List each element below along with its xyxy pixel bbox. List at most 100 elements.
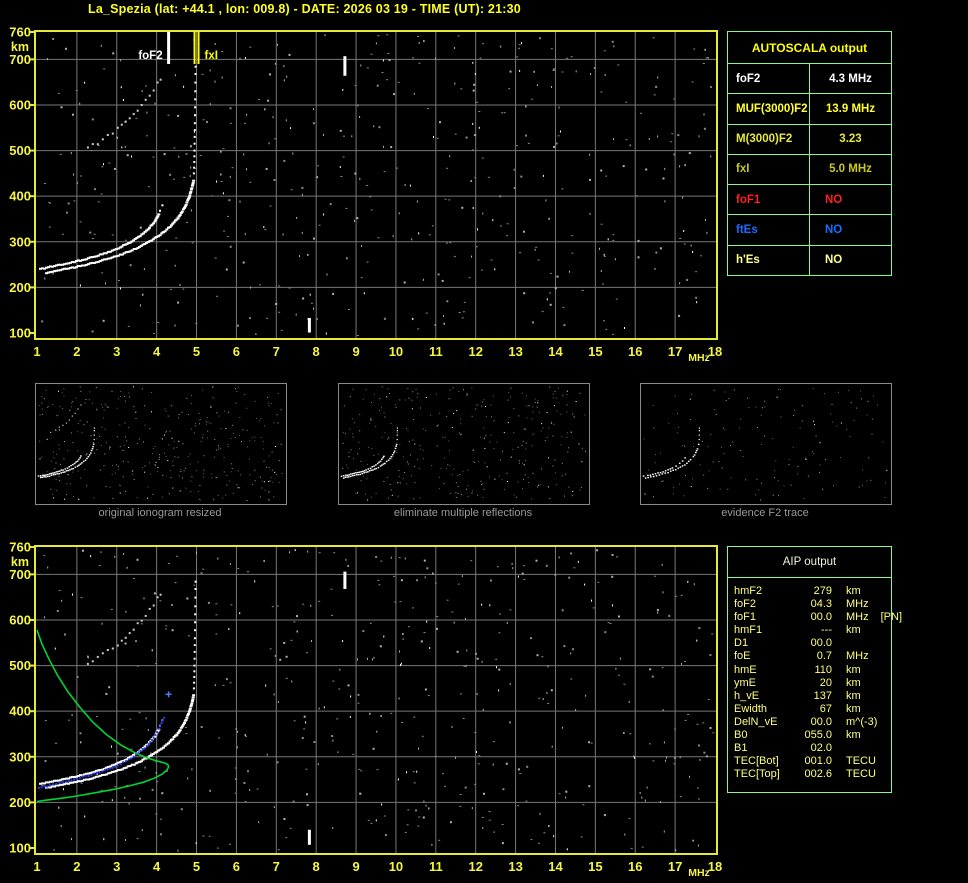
- parameter-value: NO: [809, 214, 892, 246]
- parameter-label: D1: [734, 637, 749, 650]
- y-tick-label: 400: [9, 189, 31, 204]
- x-tick-label: 4: [153, 859, 161, 874]
- x-tick-label: 2: [73, 344, 80, 359]
- parameter-value: 055.0: [804, 729, 832, 742]
- y-tick-label: 300: [9, 749, 31, 764]
- x-tick-label: 17: [668, 859, 682, 874]
- plot-frame: [34, 545, 718, 855]
- parameter-label: hmE: [734, 663, 757, 676]
- parameter-unit: km: [846, 729, 861, 742]
- x-tick-label: 10: [389, 859, 403, 874]
- aip-output-panel: AIP output hmF2 279 km foF2 04.3 MHz foF1 00.0 M…: [727, 546, 902, 793]
- y-tick-label: 300: [9, 234, 31, 249]
- foF2-marker-label: foF2: [138, 50, 162, 62]
- parameter-label: B0: [734, 729, 748, 742]
- x-tick-label: 3: [113, 344, 120, 359]
- x-tick-label: 15: [588, 859, 602, 874]
- x-tick-label: 15: [588, 344, 602, 359]
- aip-table-row: TEC[Bot] 001.0 TECU: [734, 755, 891, 768]
- aip-table-row: hmF1 --- km: [734, 624, 891, 637]
- parameter-unit: [832, 637, 891, 650]
- x-tick-label: 14: [548, 859, 563, 874]
- parameter-value: NO: [809, 184, 892, 216]
- thumbnail-evidence-f2-trace: [640, 383, 892, 505]
- aip-table-row: foF2 04.3 MHz: [734, 598, 891, 611]
- thumbnail-eliminate-multiple-reflections: [338, 383, 590, 505]
- thumbnail-caption: original ionogram resized: [98, 507, 222, 519]
- y-tick-label: 760: [9, 540, 31, 555]
- parameter-label: ymE: [734, 676, 756, 689]
- parameter-label: fxI: [727, 153, 810, 186]
- parameter-label: hmF2: [734, 585, 763, 597]
- aip-table-row: B1 02.0: [734, 742, 891, 755]
- ionogram-content: foF2 fxI760700600500400300200100km1 2 3 4 5 6 7…: [9, 25, 722, 365]
- x-tick-label: 1: [33, 859, 40, 874]
- parameter-label: MUF(3000)F2: [727, 93, 810, 125]
- x-tick-label: 12: [468, 859, 482, 874]
- y-tick-label: 200: [9, 280, 31, 295]
- x-tick-label: 5: [193, 344, 200, 359]
- autoscala-table-row: fxI 5.0 MHz: [727, 153, 892, 186]
- plot-frame: [34, 30, 718, 340]
- x-tick-label: 17: [668, 344, 682, 359]
- x-tick-label: 6: [233, 344, 240, 359]
- parameter-value: 5.0 MHz: [809, 153, 892, 186]
- y-axis-unit-label: km: [11, 555, 29, 569]
- x-tick-label: 8: [313, 859, 320, 874]
- ionogram-profile-content: 760700600500400300200100km1 2 3 4 5 6 7 8 9 10 11 1…: [9, 540, 722, 880]
- x-tick-label: 14: [548, 344, 563, 359]
- parameter-unit: MHz: [846, 650, 869, 663]
- parameter-label: TEC[Top]: [734, 768, 780, 781]
- x-tick-label: 2: [73, 859, 80, 874]
- aip-table-row: foF1 00.0 MHz [PN]: [734, 611, 902, 624]
- parameter-unit: km: [846, 676, 861, 689]
- parameter-unit: TECU: [846, 755, 876, 768]
- x-tick-label: 1: [33, 344, 40, 359]
- parameter-value: NO: [809, 244, 892, 277]
- aip-table-row: Ewidth 67 km: [734, 703, 891, 716]
- parameter-unit: km: [846, 624, 861, 637]
- autoscala-table-row: foF2 4.3 MHz: [727, 62, 892, 95]
- x-tick-label: 6: [233, 859, 240, 874]
- parameter-label: TEC[Bot]: [734, 755, 779, 768]
- parameter-value: 00.0: [810, 637, 832, 650]
- parameter-value: 67: [819, 702, 832, 715]
- parameter-value: 20: [819, 676, 832, 689]
- y-tick-label: 100: [9, 326, 31, 341]
- autoscala-table-row: M(3000)F2 3.23: [727, 123, 892, 155]
- aip-table-row: h_vE 137 km: [734, 690, 891, 703]
- aip-rows: hmF2 279 km foF2 04.3 MHz foF1 00.0 MHz [PN] hmF1-…: [728, 578, 902, 781]
- parameter-value: 001.0: [804, 755, 832, 768]
- parameter-value: 02.0: [810, 742, 832, 755]
- autoscala-table-row: ftEs NO: [727, 214, 892, 246]
- top-ionogram-plot: foF2 fxI760700600500400300200100km1 2 3 4 5 6 7…: [9, 25, 722, 365]
- parameter-label: h_vE: [734, 689, 760, 702]
- parameter-value: 279: [813, 585, 832, 597]
- aip-panel-title: AIP output: [728, 547, 891, 578]
- y-tick-label: 700: [9, 567, 31, 582]
- autoscala-table-row: h'Es NO: [727, 244, 892, 277]
- aip-table-row: ymE 20 km: [734, 677, 891, 690]
- parameter-value: 002.6: [804, 768, 832, 781]
- x-tick-label: 18: [708, 344, 722, 359]
- parameter-flag: [PN]: [880, 611, 903, 624]
- aip-table-row: B0 055.0 km: [734, 729, 891, 742]
- station-title: La_Spezia (lat: +44.1 , lon: 009.8) - DA…: [88, 2, 521, 16]
- parameter-unit: TECU: [846, 768, 876, 781]
- autoscala-app-window: La_Spezia (lat: +44.1 , lon: 009.8) - DA…: [0, 0, 968, 883]
- parameter-unit: km: [846, 585, 861, 597]
- autoscala-table-row: MUF(3000)F2 13.9 MHz: [727, 93, 892, 125]
- parameter-unit: km: [846, 689, 861, 702]
- x-tick-label: 10: [389, 344, 403, 359]
- x-tick-label: 11: [429, 859, 443, 874]
- parameter-label: h'Es: [727, 244, 810, 277]
- x-axis-unit-label: MHz: [688, 867, 710, 879]
- y-tick-label: 600: [9, 97, 31, 112]
- x-tick-label: 9: [352, 859, 359, 874]
- parameter-label: DelN_vE: [734, 715, 778, 728]
- x-tick-label: 18: [708, 859, 722, 874]
- y-tick-label: 400: [9, 704, 31, 719]
- parameter-value: 137: [813, 689, 832, 702]
- x-tick-label: 16: [628, 344, 642, 359]
- y-tick-label: 500: [9, 143, 31, 158]
